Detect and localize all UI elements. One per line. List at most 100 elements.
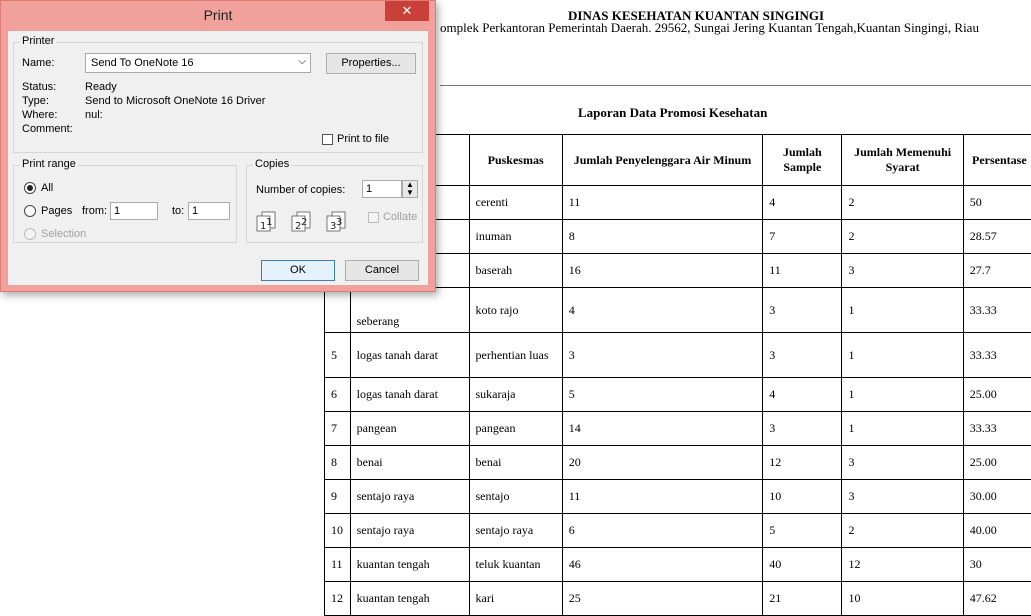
collate-checkbox[interactable] [368, 212, 379, 223]
range-all-radio[interactable] [24, 182, 36, 194]
cell-sample: 4 [763, 378, 842, 412]
cell-memenuhi: 1 [842, 333, 963, 378]
range-selection-label[interactable]: Selection [41, 228, 86, 240]
table-row: 11 kuantan tengah teluk kuantan 46 40 12… [325, 548, 1031, 582]
svg-text:1: 1 [260, 221, 266, 232]
cell-puskesmas: baserah [469, 254, 562, 288]
cell-persentase: 28.57 [963, 220, 1031, 254]
cell-sample: 3 [763, 333, 842, 378]
cell-kecamatan: kuantan tengah [350, 548, 469, 582]
cell-memenuhi: 2 [842, 186, 963, 220]
ok-button[interactable]: OK [261, 260, 335, 281]
table-row: 5 logas tanah darat perhentian luas 3 3 … [325, 333, 1031, 378]
printer-name-label: Name: [22, 57, 54, 69]
cell-persentase: 50 [963, 186, 1031, 220]
range-pages-label[interactable]: Pages [41, 205, 72, 217]
cancel-button[interactable]: Cancel [345, 260, 419, 281]
close-icon: ✕ [402, 3, 413, 18]
copies-spin-button[interactable]: ▲ ▼ [402, 180, 418, 198]
cell-persentase: 33.33 [963, 333, 1031, 378]
cell-penyelenggara: 11 [562, 480, 762, 514]
to-input[interactable]: 1 [188, 202, 230, 220]
cell-persentase: 30.00 [963, 480, 1031, 514]
printer-name-select[interactable]: Send To OneNote 16 ⌵ [85, 53, 311, 73]
cell-puskesmas: sukaraja [469, 378, 562, 412]
report-subtitle: Laporan Data Promosi Kesehatan [578, 105, 767, 121]
properties-button[interactable]: Properties... [326, 53, 416, 74]
print-range-group-label: Print range [20, 158, 78, 170]
cell-kecamatan: sentajo raya [350, 480, 469, 514]
cell-kecamatan: benai [350, 446, 469, 480]
report-address: omplek Perkantoran Pemerintah Daerah. 29… [440, 20, 979, 36]
cell-memenuhi: 1 [842, 378, 963, 412]
range-pages-radio[interactable] [24, 205, 36, 217]
cell-puskesmas: pangean [469, 412, 562, 446]
cell-penyelenggara: 6 [562, 514, 762, 548]
copies-group-label: Copies [253, 158, 291, 170]
cell-kecamatan: logas tanah darat [350, 378, 469, 412]
close-button[interactable]: ✕ [385, 1, 429, 21]
cell-memenuhi: 3 [842, 446, 963, 480]
report-divider [440, 85, 1031, 86]
table-row: 8 benai benai 20 12 3 25.00 [325, 446, 1031, 480]
cell-kecamatan: pangean [350, 412, 469, 446]
dialog-titlebar[interactable]: Print ✕ [1, 1, 435, 31]
type-label: Type: [22, 95, 49, 107]
cell-memenuhi: 10 [842, 582, 963, 616]
cell-penyelenggara: 14 [562, 412, 762, 446]
dialog-body: Printer Name: Send To OneNote 16 ⌵ Prope… [8, 31, 428, 285]
cell-penyelenggara: 8 [562, 220, 762, 254]
cell-no: 10 [325, 514, 351, 548]
where-label: Where: [22, 109, 57, 121]
cell-persentase: 25.00 [963, 446, 1031, 480]
table-row: seberang koto rajo 4 3 1 33.33 [325, 288, 1031, 333]
cell-penyelenggara: 3 [562, 333, 762, 378]
cell-no [325, 288, 351, 333]
to-label: to: [172, 205, 184, 217]
svg-text:1: 1 [266, 217, 272, 228]
cell-penyelenggara: 46 [562, 548, 762, 582]
table-row: 7 pangean pangean 14 3 1 33.33 [325, 412, 1031, 446]
spin-down-icon: ▼ [406, 188, 414, 197]
range-selection-radio[interactable] [24, 228, 36, 240]
cell-memenuhi: 2 [842, 220, 963, 254]
cell-kecamatan: seberang [350, 288, 469, 333]
from-label: from: [82, 205, 107, 217]
cell-penyelenggara: 16 [562, 254, 762, 288]
cell-puskesmas: cerenti [469, 186, 562, 220]
print-to-file-label[interactable]: Print to file [337, 133, 389, 145]
cell-sample: 5 [763, 514, 842, 548]
cell-sample: 3 [763, 412, 842, 446]
range-all-label[interactable]: All [41, 182, 53, 194]
header-penyelenggara: Jumlah Penyelenggara Air Minum [562, 135, 762, 186]
header-sample: Jumlah Sample [763, 135, 842, 186]
cell-persentase: 33.33 [963, 288, 1031, 333]
cell-kecamatan: sentajo raya [350, 514, 469, 548]
printer-group: Printer Name: Send To OneNote 16 ⌵ Prope… [13, 42, 423, 153]
from-input[interactable]: 1 [110, 202, 158, 220]
cell-persentase: 25.00 [963, 378, 1031, 412]
dialog-title: Print [1, 7, 435, 23]
cell-no: 9 [325, 480, 351, 514]
where-value: nul: [85, 109, 103, 121]
cell-persentase: 47.62 [963, 582, 1031, 616]
cell-sample: 4 [763, 186, 842, 220]
cell-memenuhi: 3 [842, 254, 963, 288]
collate-label[interactable]: Collate [383, 211, 417, 223]
cell-penyelenggara: 11 [562, 186, 762, 220]
header-memenuhi: Jumlah Memenuhi Syarat [842, 135, 963, 186]
header-persentase: Persentase [963, 135, 1031, 186]
cell-sample: 10 [763, 480, 842, 514]
cell-persentase: 27.7 [963, 254, 1031, 288]
number-of-copies-input[interactable]: 1 [362, 180, 402, 198]
chevron-down-icon: ⌵ [298, 56, 306, 67]
cell-penyelenggara: 20 [562, 446, 762, 480]
print-to-file-checkbox[interactable] [322, 134, 333, 145]
table-row: 12 kuantan tengah kari 25 21 10 47.62 [325, 582, 1031, 616]
number-of-copies-label: Number of copies: [256, 184, 345, 196]
cell-puskesmas: sentajo [469, 480, 562, 514]
cell-puskesmas: benai [469, 446, 562, 480]
header-puskesmas: Puskesmas [469, 135, 562, 186]
cell-sample: 12 [763, 446, 842, 480]
cell-persentase: 40.00 [963, 514, 1031, 548]
